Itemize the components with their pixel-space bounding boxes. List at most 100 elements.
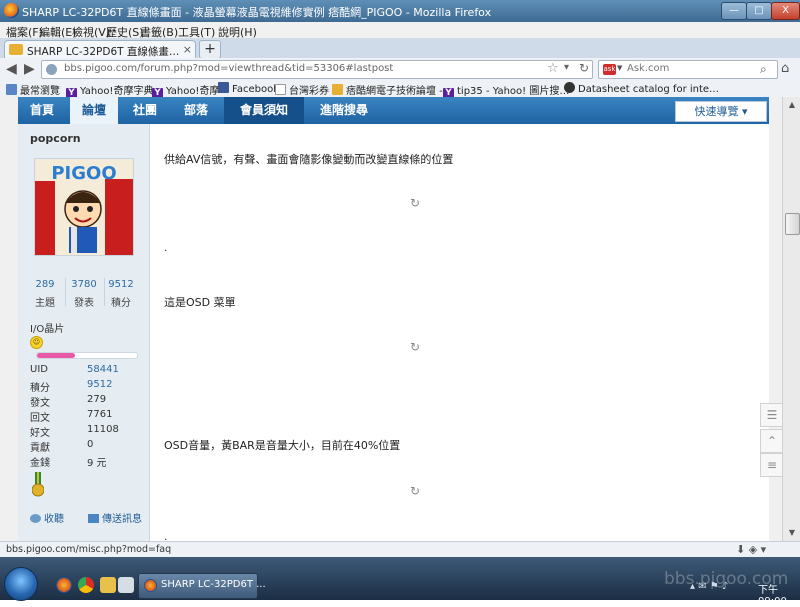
bookmark-label: 痞酷網電子技術論壇 - (346, 86, 443, 97)
quick-launch-icon[interactable] (118, 577, 134, 593)
nav-member-notice[interactable]: 會員須知 (224, 97, 304, 124)
search-box[interactable]: ask ▼ Ask.com ⌕ (598, 60, 778, 79)
explorer-pinned-icon[interactable] (100, 577, 116, 593)
bookmarks-bar: 最常瀏覽 Y Yahoo!奇摩字典 Y Yahoo!奇摩 Facebook 台灣彩券… (0, 80, 800, 99)
info-label: 回文 (30, 413, 50, 424)
author-name[interactable]: popcorn (30, 132, 81, 145)
window-title: SHARP LC-32PD6T 直線條畫面 - 液晶螢幕液晶電視維修實例 痞酷網… (22, 6, 492, 19)
reload-icon[interactable]: ↻ (579, 61, 589, 75)
post-dot: . (164, 530, 168, 541)
maximize-button[interactable]: □ (746, 2, 772, 20)
nav-forum[interactable]: 論壇 (70, 97, 118, 124)
tab-label: SHARP LC-32PD6T 直線條畫… (27, 46, 179, 58)
scroll-down-arrow-icon[interactable]: ▼ (784, 525, 800, 541)
info-label: UID (30, 364, 48, 375)
address-bar[interactable]: bbs.pigoo.com/forum.php?mod=viewthread&t… (41, 60, 593, 79)
bookmark-star-icon[interactable]: ☆ (547, 61, 559, 76)
search-engine-icon[interactable]: ask (603, 64, 616, 75)
stat-points-label: 積分 (111, 298, 131, 309)
forward-arrow-icon[interactable]: ▶ (24, 61, 35, 77)
info-good-value: 11108 (87, 424, 119, 435)
bookmark-facebook[interactable]: Facebook (218, 82, 279, 95)
avatar[interactable]: PIGOO (34, 158, 134, 256)
home-icon[interactable]: ⌂ (781, 61, 789, 76)
info-label: 積分 (30, 383, 50, 394)
info-money-value: 9 元 (87, 458, 107, 469)
bookmark-label: Datasheet catalog for inte… (578, 84, 720, 95)
send-message-label: 傳送訊息 (102, 514, 142, 525)
send-message-link[interactable]: 傳送訊息 (88, 510, 142, 525)
taskbar-clock[interactable]: 下午 09:00 (758, 581, 800, 607)
follow-label: 收聽 (44, 514, 64, 525)
url-history-dropdown-icon[interactable]: ▾ (564, 62, 569, 73)
medal-icon[interactable] (32, 472, 44, 498)
nav-blog[interactable]: 部落 (174, 97, 218, 124)
search-icon[interactable]: ⌕ (760, 62, 767, 77)
loading-spinner-icon: ↻ (409, 196, 421, 210)
url-text[interactable]: bbs.pigoo.com/forum.php?mod=viewthread&t… (64, 63, 393, 74)
info-contribution-value: 0 (87, 439, 94, 450)
follow-icon (30, 514, 41, 523)
page-viewport: 首頁 論壇 社團 部落 會員須知 進階搜尋 快速導覽 ▾ popcorn PIG… (0, 97, 782, 541)
facebook-icon (218, 82, 229, 93)
status-bar: bbs.pigoo.com/misc.php?mod=faq ⬇ ◈ ▾ (0, 541, 800, 558)
search-input[interactable]: Ask.com (627, 63, 669, 74)
firefox-pinned-icon[interactable] (56, 577, 72, 593)
info-label: 發文 (30, 398, 50, 409)
back-arrow-icon[interactable]: ◀ (6, 61, 17, 77)
scroll-up-arrow-icon[interactable]: ▲ (784, 97, 800, 113)
post-dot: . (164, 241, 168, 254)
taskbar-firefox-window[interactable]: SHARP LC-32PD6T ... (138, 573, 266, 599)
forum-nav-bar: 首頁 論壇 社團 部落 會員須知 進階搜尋 快速導覽 ▾ (18, 97, 769, 124)
bookmark-pigoo[interactable]: 痞酷網電子技術論壇 - (332, 82, 443, 97)
quick-nav-dropdown[interactable]: 快速導覽 ▾ (675, 101, 767, 122)
bookmark-most-visited[interactable]: 最常瀏覽 (6, 82, 60, 97)
info-label: 金錢 (30, 458, 50, 469)
navigation-bar: ◀ ▶ bbs.pigoo.com/forum.php?mod=viewthre… (0, 58, 800, 80)
taskbar-window-label: SHARP LC-32PD6T ... (161, 579, 266, 590)
stat-points-value[interactable]: 9512 (101, 279, 141, 290)
follow-link[interactable]: 收聽 (30, 510, 64, 525)
stat-threads-value[interactable]: 289 (25, 279, 65, 290)
menu-bar: 檔案(F) 編輯(E) 檢視(V) 歷史(S) 書籤(B) 工具(T) 說明(H… (0, 22, 800, 39)
post-text-line: 供給AV信號，有聲、畫面會隨影像變動而改變直線條的位置 (164, 153, 454, 166)
stat-posts-label: 發表 (74, 298, 94, 309)
close-window-button[interactable]: X (771, 2, 800, 20)
tab-close-icon[interactable]: × (183, 43, 192, 56)
addon-bar-icons[interactable]: ⬇ ◈ ▾ (736, 543, 766, 556)
info-points-value[interactable]: 9512 (87, 379, 112, 390)
bookmark-lottery[interactable]: 台灣彩券 (275, 82, 329, 97)
system-tray-icons[interactable]: ▴ ✉ ⚑ ♪ (690, 581, 728, 592)
vertical-scrollbar[interactable]: ▲ ▼ (782, 97, 800, 541)
nav-groups[interactable]: 社團 (124, 97, 166, 124)
search-engine-dropdown-icon[interactable]: ▼ (617, 64, 622, 72)
avatar-image: PIGOO (35, 159, 133, 255)
chrome-pinned-icon[interactable] (78, 577, 94, 593)
nav-advanced-search[interactable]: 進階搜尋 (310, 97, 378, 124)
loading-spinner-icon: ↻ (409, 484, 421, 498)
bookmark-label: Yahoo!奇摩字典 (80, 86, 154, 97)
site-identity-icon[interactable] (46, 64, 57, 75)
info-uid-value[interactable]: 58441 (87, 364, 119, 375)
datasheet-icon (564, 82, 575, 93)
scrollbar-thumb[interactable] (785, 213, 800, 235)
nav-home[interactable]: 首頁 (18, 97, 66, 124)
loading-spinner-icon: ↻ (409, 340, 421, 354)
quick-reply-icon[interactable]: ☰ (760, 403, 782, 427)
tab-favicon-icon (9, 44, 23, 55)
stat-threads-label: 主題 (35, 298, 55, 309)
status-text: bbs.pigoo.com/misc.php?mod=faq (6, 544, 172, 555)
tab-strip: SHARP LC-32PD6T 直線條畫… × + (0, 38, 800, 59)
window-title-bar[interactable]: SHARP LC-32PD6T 直線條畫面 - 液晶螢幕液晶電視維修實例 痞酷網… (0, 0, 800, 22)
minimize-button[interactable]: — (721, 2, 747, 20)
stat-posts-value[interactable]: 3780 (64, 279, 104, 290)
bookmark-datasheet[interactable]: Datasheet catalog for inte… (564, 82, 719, 95)
back-to-list-icon[interactable]: ≡ (760, 453, 782, 477)
back-to-top-icon[interactable]: ⌃ (760, 429, 782, 453)
new-tab-button[interactable]: + (199, 40, 221, 59)
start-button[interactable] (4, 567, 38, 601)
firefox-icon (4, 3, 19, 18)
bookmark-label: Yahoo!奇摩 (166, 86, 220, 97)
tab-active[interactable]: SHARP LC-32PD6T 直線條畫… × (4, 40, 196, 59)
user-group[interactable]: I/O晶片 (30, 320, 64, 335)
